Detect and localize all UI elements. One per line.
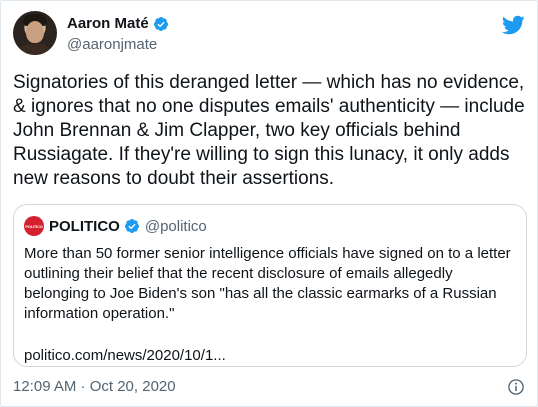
twitter-bird-icon[interactable] bbox=[501, 13, 525, 37]
author-handle[interactable]: @aaronjmate bbox=[67, 36, 157, 53]
tweet-text: Signatories of this deranged letter — wh… bbox=[13, 72, 525, 189]
avatar-shirt bbox=[18, 44, 52, 55]
politico-logo-text: POLITICO bbox=[25, 223, 43, 229]
verified-badge-icon bbox=[124, 219, 139, 233]
tweet-card: Aaron Maté @aaronjmate Signatories of th… bbox=[0, 0, 538, 407]
quoted-tweet-text: More than 50 former senior intelligence … bbox=[24, 245, 511, 322]
quoted-author-handle[interactable]: @politico bbox=[145, 218, 207, 235]
quoted-author-name[interactable]: POLITICO bbox=[49, 218, 120, 235]
avatar-face bbox=[26, 21, 44, 43]
avatar[interactable] bbox=[13, 11, 57, 55]
quoted-tweet[interactable]: POLITICO POLITICO @politico More than 50… bbox=[13, 204, 527, 367]
quoted-tweet-header: POLITICO POLITICO @politico bbox=[24, 216, 207, 236]
info-icon[interactable] bbox=[507, 378, 525, 396]
politico-logo: POLITICO bbox=[24, 216, 44, 236]
author-name-row: Aaron Maté bbox=[67, 15, 169, 32]
verified-badge-icon bbox=[153, 16, 168, 31]
tweet-timestamp[interactable]: 12:09 AM · Oct 20, 2020 bbox=[13, 378, 176, 395]
author-name[interactable]: Aaron Maté bbox=[67, 15, 149, 32]
quoted-tweet-link[interactable]: politico.com/news/2020/10/1... bbox=[24, 347, 226, 364]
